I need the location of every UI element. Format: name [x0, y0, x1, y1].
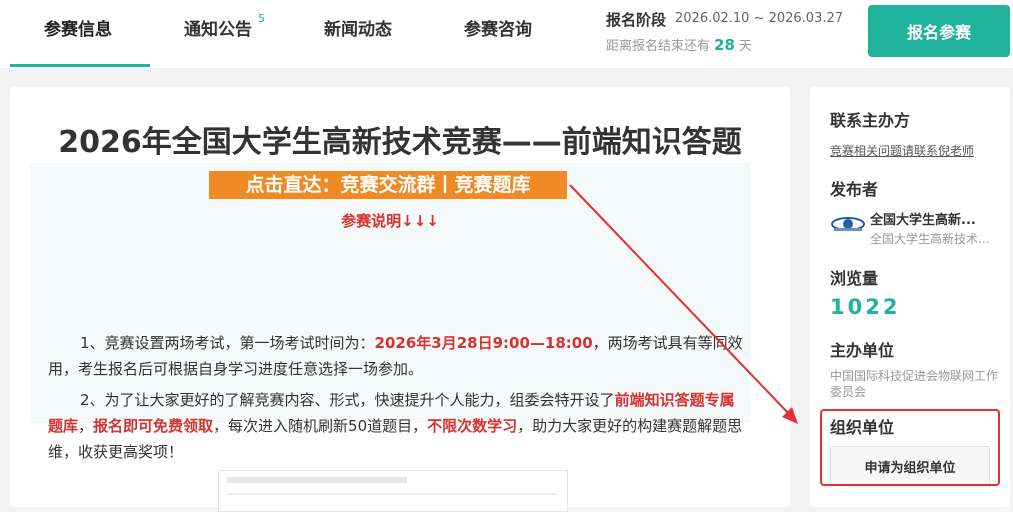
annotation-arrow-icon: [569, 184, 798, 424]
